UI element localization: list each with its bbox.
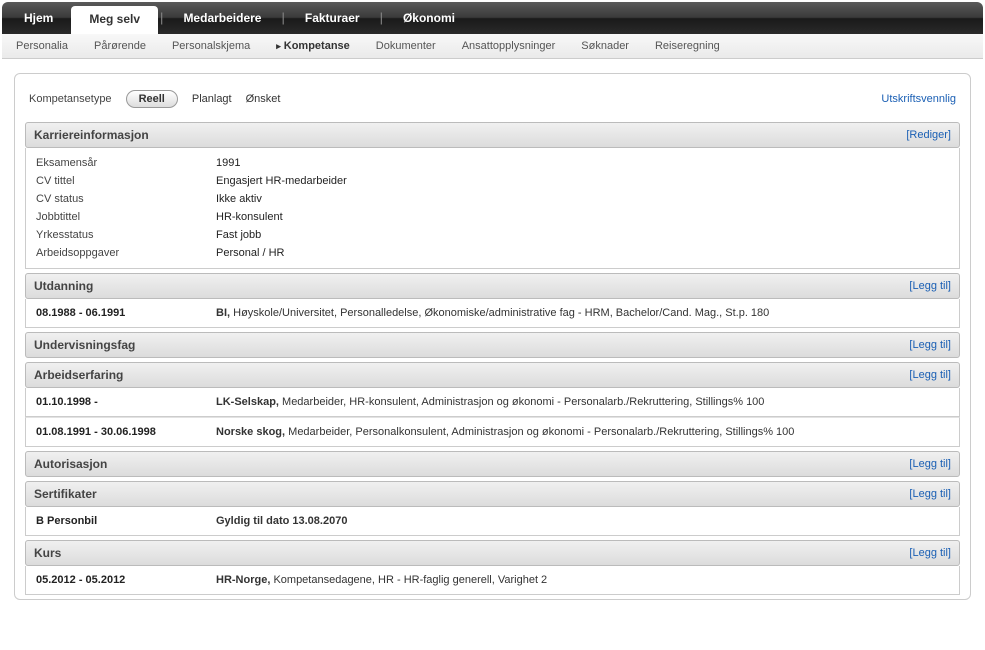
section-header-course: Kurs [Legg til] [25,540,960,566]
row-date: 05.2012 - 05.2012 [36,574,216,586]
row-date: 08.1988 - 06.1991 [36,307,216,319]
section-header-auth: Autorisasjon [Legg til] [25,451,960,477]
filter-label: Kompetansetype [29,93,112,105]
top-nav: Hjem Meg selv | Medarbeidere | Fakturaer… [2,2,983,34]
row-text: BI, Høyskole/Universitet, Personalledels… [216,307,769,319]
row-date: 01.08.1991 - 30.06.1998 [36,426,216,438]
row-text: HR-Norge, Kompetansedagene, HR - HR-fagl… [216,574,547,586]
section-title: Sertifikater [34,487,97,501]
nav-separator: | [279,2,286,34]
add-education-link[interactable]: [Legg til] [909,280,951,292]
course-row[interactable]: 05.2012 - 05.2012 HR-Norge, Kompetanseda… [25,566,960,595]
tab-fakturaer[interactable]: Fakturaer [287,2,378,34]
add-auth-link[interactable]: [Legg til] [909,458,951,470]
add-teaching-link[interactable]: [Legg til] [909,339,951,351]
add-work-link[interactable]: [Legg til] [909,369,951,381]
tab-meg-selv[interactable]: Meg selv [71,6,158,34]
nav-separator: | [378,2,385,34]
section-title: Undervisningsfag [34,338,135,352]
kv-label: CV tittel [36,175,216,187]
subnav-personalia[interactable]: Personalia [16,40,68,52]
filter-row: Kompetansetype Reell Planlagt Ønsket Uts… [25,84,960,118]
subnav-ansattopplysninger[interactable]: Ansattopplysninger [462,40,556,52]
subnav-soknader[interactable]: Søknader [581,40,629,52]
work-row[interactable]: 01.10.1998 - LK-Selskap, Medarbeider, HR… [25,388,960,417]
kv-value: Personal / HR [216,247,284,259]
filter-planlagt[interactable]: Planlagt [192,93,232,105]
filter-reell[interactable]: Reell [126,90,178,108]
subnav-personalskjema[interactable]: Personalskjema [172,40,250,52]
education-row[interactable]: 08.1988 - 06.1991 BI, Høyskole/Universit… [25,299,960,328]
tab-medarbeidere[interactable]: Medarbeidere [165,2,279,34]
section-title: Kurs [34,546,61,560]
kv-label: CV status [36,193,216,205]
section-header-cert: Sertifikater [Legg til] [25,481,960,507]
kv-label: Yrkesstatus [36,229,216,241]
subnav-reiseregning[interactable]: Reiseregning [655,40,720,52]
filter-onsket[interactable]: Ønsket [246,93,281,105]
content-panel: Kompetansetype Reell Planlagt Ønsket Uts… [14,73,971,600]
add-course-link[interactable]: [Legg til] [909,547,951,559]
section-title: Autorisasjon [34,457,107,471]
kv-label: Eksamensår [36,157,216,169]
subnav-parorende[interactable]: Pårørende [94,40,146,52]
subnav-kompetanse[interactable]: Kompetanse [276,40,350,52]
kv-value: Engasjert HR-medarbeider [216,175,347,187]
kv-label: Jobbtittel [36,211,216,223]
kv-value: HR-konsulent [216,211,283,223]
tab-okonomi[interactable]: Økonomi [385,2,473,34]
section-header-education: Utdanning [Legg til] [25,273,960,299]
section-title: Karriereinformasjon [34,128,149,142]
section-header-teaching: Undervisningsfag [Legg til] [25,332,960,358]
tab-hjem[interactable]: Hjem [6,2,71,34]
add-cert-link[interactable]: [Legg til] [909,488,951,500]
edit-career-link[interactable]: [Rediger] [906,129,951,141]
section-header-career: Karriereinformasjon [Rediger] [25,122,960,148]
row-text: LK-Selskap, Medarbeider, HR-konsulent, A… [216,396,764,408]
row-date: 01.10.1998 - [36,396,216,408]
sub-nav: Personalia Pårørende Personalskjema Komp… [2,34,983,59]
kv-label: Arbeidsoppgaver [36,247,216,259]
section-header-work: Arbeidserfaring [Legg til] [25,362,960,388]
row-date: B Personbil [36,515,216,527]
print-friendly-link[interactable]: Utskriftsvennlig [881,93,956,105]
kv-value: Fast jobb [216,229,261,241]
section-title: Utdanning [34,279,93,293]
section-title: Arbeidserfaring [34,368,123,382]
subnav-dokumenter[interactable]: Dokumenter [376,40,436,52]
kv-value: Ikke aktiv [216,193,262,205]
nav-separator: | [158,2,165,34]
row-text: Gyldig til dato 13.08.2070 [216,515,347,527]
row-text: Norske skog, Medarbeider, Personalkonsul… [216,426,794,438]
section-body-career: Eksamensår1991 CV tittelEngasjert HR-med… [25,148,960,269]
kv-value: 1991 [216,157,240,169]
work-row[interactable]: 01.08.1991 - 30.06.1998 Norske skog, Med… [25,417,960,447]
cert-row[interactable]: B Personbil Gyldig til dato 13.08.2070 [25,507,960,536]
